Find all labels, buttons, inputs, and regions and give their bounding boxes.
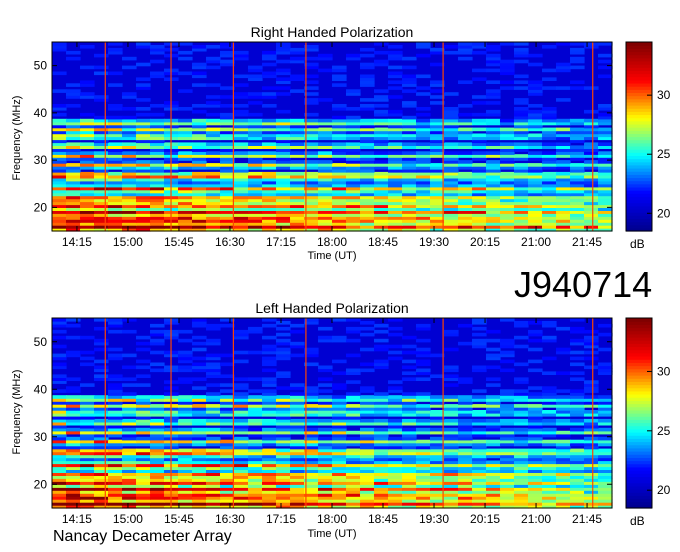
y-tick-label: 50 [34, 59, 48, 73]
x-tick-label: 14:15 [62, 235, 92, 249]
x-tick-label: 18:00 [317, 512, 347, 526]
y-tick-label: 50 [34, 335, 48, 349]
x-tick-label: 19:30 [419, 512, 449, 526]
colorbar-tick-label: 20 [657, 483, 671, 497]
spectrogram-figure: 20 30 40 50 14:15 15:00 15:45 16:30 17:15 18:00 18… [34, 41, 671, 526]
colorbar-tick-label: 30 [657, 88, 671, 102]
colorbar-tick-label: 25 [657, 424, 671, 438]
x-tick-label: 18:00 [317, 235, 347, 249]
y-tick-label: 20 [34, 477, 48, 491]
x-tick-label: 17:15 [266, 235, 296, 249]
colorbar-segment [626, 42, 652, 46]
y-tick-label: 30 [34, 430, 48, 444]
colorbar-tick-label: 30 [657, 364, 671, 378]
x-tick-label: 17:15 [266, 512, 296, 526]
x-tick-label: 20:15 [470, 512, 500, 526]
x-tick-label: 21:00 [521, 512, 551, 526]
colorbar-tick-label: 20 [657, 206, 671, 220]
x-tick-label: 15:00 [113, 512, 143, 526]
x-tick-label: 15:45 [164, 235, 194, 249]
x-tick-label: 15:45 [164, 512, 194, 526]
x-tick-label: 21:45 [572, 512, 602, 526]
x-tick-label: 19:30 [419, 235, 449, 249]
x-tick-label: 18:45 [368, 512, 398, 526]
x-tick-label: 14:15 [62, 512, 92, 526]
y-tick-label: 30 [34, 153, 48, 167]
x-tick-label: 18:45 [368, 235, 398, 249]
y-tick-label: 20 [34, 200, 48, 214]
x-tick-label: 20:15 [470, 235, 500, 249]
x-tick-label: 21:45 [572, 235, 602, 249]
colorbar-tick-label: 25 [657, 147, 671, 161]
x-tick-label: 16:30 [215, 512, 245, 526]
y-tick-label: 40 [34, 106, 48, 120]
y-tick-label: 40 [34, 382, 48, 396]
x-tick-label: 15:00 [113, 235, 143, 249]
colorbar-segment [626, 318, 652, 322]
x-tick-label: 21:00 [521, 235, 551, 249]
x-tick-label: 16:30 [215, 235, 245, 249]
